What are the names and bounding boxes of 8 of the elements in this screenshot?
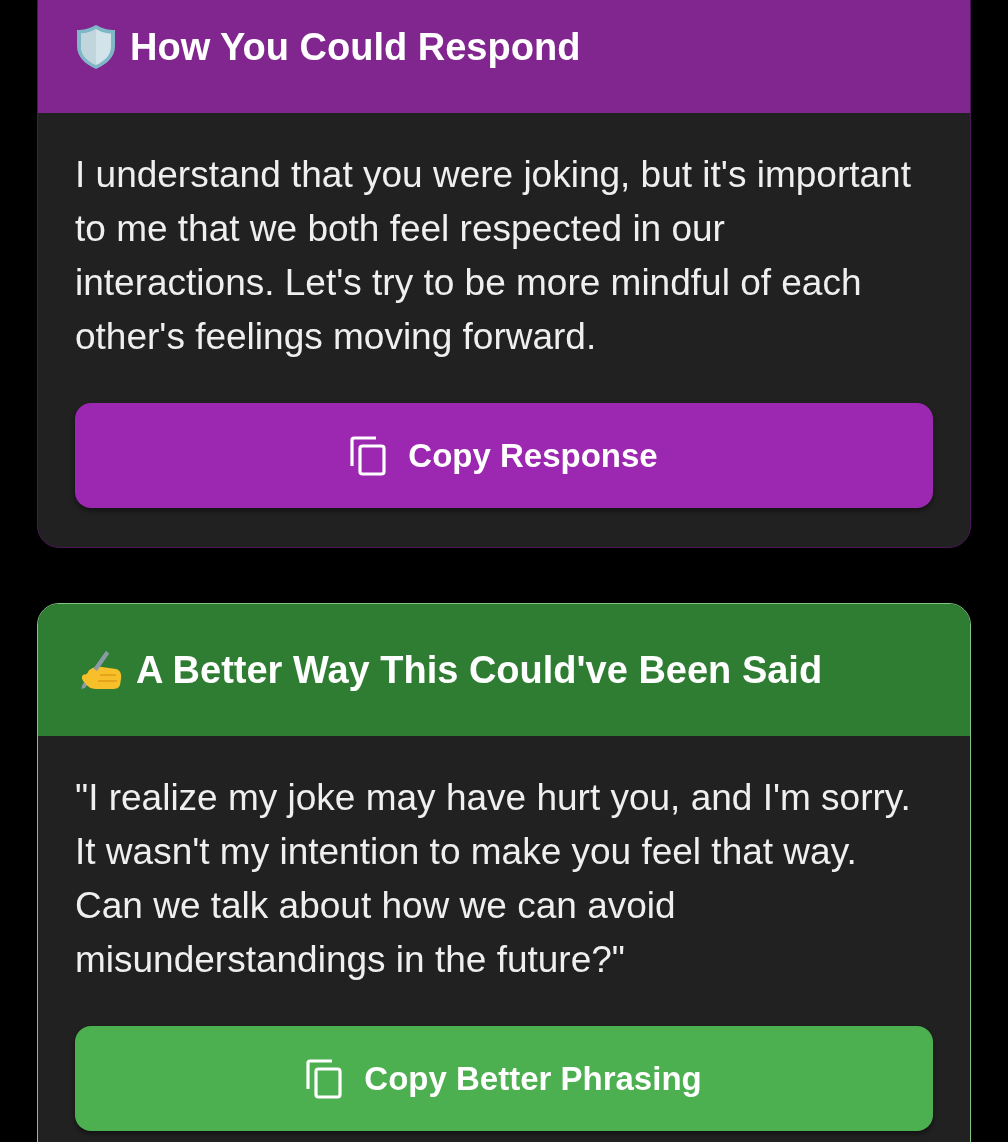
copy-icon <box>306 1058 343 1099</box>
message-text: I understand that you were joking, but it's important to me that we both feel respected in our interactions. Let's try to be more mindful of each other's feelings moving forward. <box>75 153 912 359</box>
copy-button[interactable]: Copy Response <box>75 403 933 508</box>
copy-icon <box>350 435 387 476</box>
card-title: A Better Way This Could've Been Said <box>136 648 823 692</box>
shield-icon <box>76 24 116 70</box>
message-text: "I realize my joke may have hurt you, and I'm sorry. It wasn't my intention to make you feel that way. Can we talk about how we can avoid misunderstandings in the future?" <box>75 776 912 982</box>
card-title: How You Could Respond <box>130 25 581 69</box>
